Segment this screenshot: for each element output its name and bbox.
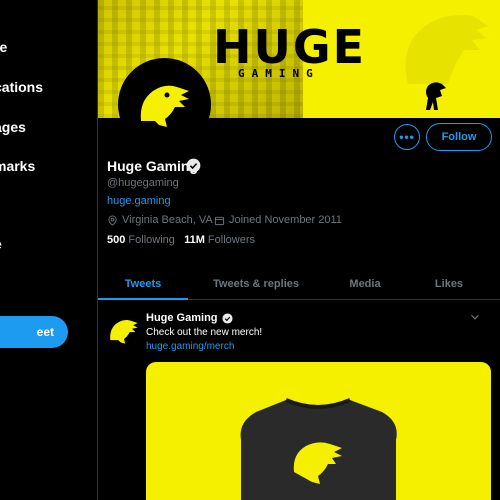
following-label: Following xyxy=(128,234,175,246)
banner-dino-icon xyxy=(426,82,446,110)
tweet-media-image[interactable] xyxy=(146,362,491,500)
location-pin-icon xyxy=(108,214,117,226)
more-options-button[interactable]: ••• xyxy=(394,124,420,150)
profile-name: Huge Gaming xyxy=(107,158,199,174)
profile-joined: Joined November 2011 xyxy=(214,214,342,226)
profile-counts: 500 Following 11M Followers xyxy=(107,234,255,246)
followers-count: 11M xyxy=(184,234,205,246)
merch-shirt-image xyxy=(240,398,397,500)
sidebar-item-profile[interactable]: e xyxy=(0,236,2,252)
chevron-down-icon[interactable] xyxy=(468,310,482,324)
profile-tabs: Tweets Tweets & replies Media Likes xyxy=(98,268,500,300)
tab-media[interactable]: Media xyxy=(330,268,400,299)
tab-tweets[interactable]: Tweets xyxy=(98,268,188,300)
followers-label: Followers xyxy=(207,234,255,246)
banner-sub-text: GAMING xyxy=(238,67,320,80)
tab-likes[interactable]: Likes xyxy=(414,268,484,299)
tweet-link[interactable]: huge.gaming/merch xyxy=(146,341,234,352)
location-text: Virginia Beach, VA xyxy=(122,214,213,226)
calendar-icon xyxy=(214,216,225,225)
sidebar: re cations ages marks e eet xyxy=(0,0,97,500)
profile-handle: @hugegaming xyxy=(107,177,179,189)
tweet-button[interactable]: eet xyxy=(0,316,68,348)
sidebar-item-explore[interactable]: re xyxy=(0,39,7,55)
tweet-verified-badge-icon xyxy=(221,312,233,324)
followers-link[interactable]: 11M Followers xyxy=(184,234,255,246)
tab-tweets-replies[interactable]: Tweets & replies xyxy=(196,268,316,299)
verified-badge-icon xyxy=(186,158,201,173)
following-link[interactable]: 500 Following xyxy=(107,234,175,246)
tweet-author-name[interactable]: Huge Gaming xyxy=(146,312,218,324)
profile-avatar[interactable] xyxy=(118,58,211,151)
profile-main: HUGE GAMING ••• Follow Huge Gaming @huge… xyxy=(97,0,500,500)
follow-button[interactable]: Follow xyxy=(426,123,492,151)
sidebar-item-bookmarks[interactable]: marks xyxy=(0,158,35,174)
profile-location: Virginia Beach, VA xyxy=(107,214,213,226)
dino-logo-icon xyxy=(140,85,189,127)
tweet-author: Huge Gaming xyxy=(146,312,233,324)
profile-website-link[interactable]: huge.gaming xyxy=(107,195,171,207)
joined-text: Joined November 2011 xyxy=(229,214,342,226)
tweet-text: Check out the new merch! xyxy=(146,327,263,338)
sidebar-item-notifications[interactable]: cations xyxy=(0,79,43,95)
banner-brand-text: HUGE xyxy=(213,20,367,74)
sidebar-item-messages[interactable]: ages xyxy=(0,119,26,135)
tweet-author-avatar-icon[interactable] xyxy=(108,315,140,347)
following-count: 500 xyxy=(107,234,126,246)
